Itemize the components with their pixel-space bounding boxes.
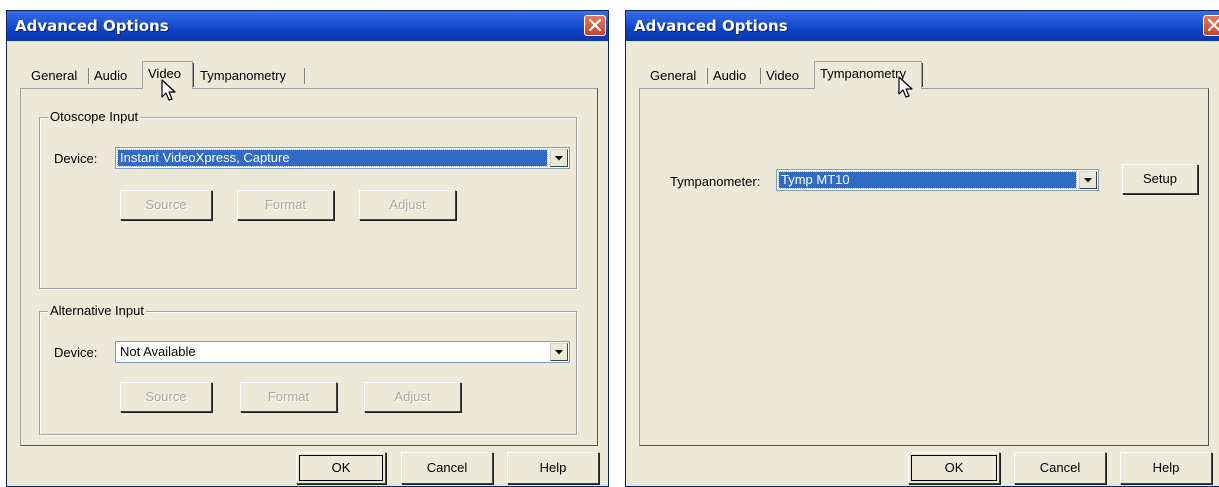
- tab-audio[interactable]: Audio: [89, 65, 141, 87]
- select-value: Tymp MT10: [778, 171, 1077, 189]
- advanced-options-dialog-video: Advanced Options General Audio Video Tym…: [6, 10, 609, 487]
- device-label: Device:: [54, 345, 98, 360]
- select-value: Not Available: [120, 344, 196, 359]
- ok-button[interactable]: OK: [296, 452, 386, 484]
- tympanometer-select[interactable]: Tymp MT10: [776, 169, 1099, 191]
- tab-tympanometry[interactable]: Tympanometry: [195, 65, 305, 87]
- dropdown-button[interactable]: [550, 343, 568, 361]
- title-bar[interactable]: Advanced Options: [7, 11, 608, 41]
- tab-audio[interactable]: Audio: [708, 65, 761, 87]
- tab-label: General: [31, 68, 78, 83]
- close-button[interactable]: [1203, 15, 1219, 36]
- tab-label: Audio: [713, 68, 747, 83]
- tab-panel-tympanometry: Tympanometer: Tymp MT10 Setup: [639, 88, 1209, 446]
- select-value: Instant VideoXpress, Capture: [117, 149, 548, 167]
- tab-label: Tympanometry: [820, 66, 906, 81]
- alternative-device-select[interactable]: Not Available: [115, 341, 570, 363]
- tab-label: Tympanometry: [200, 68, 286, 83]
- dialog-title: Advanced Options: [634, 17, 788, 35]
- tab-panel-video: Otoscope Input Device: Instant VideoXpre…: [20, 88, 598, 446]
- title-bar[interactable]: Advanced Options: [626, 11, 1219, 41]
- cancel-button[interactable]: Cancel: [1014, 452, 1106, 484]
- tab-general[interactable]: General: [26, 65, 89, 87]
- advanced-options-dialog-tympanometry: Advanced Options General Audio Video Tym…: [625, 10, 1219, 487]
- dropdown-arrow-icon: [555, 156, 563, 161]
- dialog-title: Advanced Options: [15, 17, 169, 35]
- device-label: Device:: [54, 151, 98, 166]
- dropdown-button[interactable]: [1079, 171, 1097, 189]
- ok-button[interactable]: OK: [908, 452, 1000, 484]
- close-icon: [1208, 19, 1219, 31]
- setup-button[interactable]: Setup: [1122, 164, 1198, 194]
- source-button[interactable]: Source: [120, 190, 212, 220]
- tab-general[interactable]: General: [645, 65, 708, 87]
- close-button[interactable]: [584, 15, 606, 36]
- group-label: Otoscope Input: [48, 109, 141, 124]
- otoscope-input-group: Otoscope Input Device: Instant VideoXpre…: [39, 109, 577, 289]
- source-button[interactable]: Source: [120, 382, 212, 412]
- tab-label: Audio: [94, 68, 128, 83]
- tab-label: Video: [766, 68, 800, 83]
- format-button[interactable]: Format: [237, 190, 334, 220]
- group-label: Alternative Input: [48, 303, 146, 318]
- format-button[interactable]: Format: [240, 382, 337, 412]
- help-button[interactable]: Help: [1120, 452, 1212, 484]
- mouse-pointer-icon: [161, 79, 176, 101]
- adjust-button[interactable]: Adjust: [359, 190, 456, 220]
- close-icon: [589, 19, 601, 31]
- dropdown-button[interactable]: [550, 149, 568, 167]
- dropdown-arrow-icon: [1084, 178, 1092, 183]
- otoscope-device-select[interactable]: Instant VideoXpress, Capture: [115, 147, 570, 169]
- dropdown-arrow-icon: [555, 350, 563, 355]
- tab-label: General: [650, 68, 697, 83]
- cancel-button[interactable]: Cancel: [401, 452, 493, 484]
- tab-video[interactable]: Video: [761, 65, 813, 87]
- alternative-input-group: Alternative Input Device: Not Available …: [39, 303, 577, 435]
- mouse-pointer-icon: [898, 76, 913, 98]
- tympanometer-label: Tympanometer:: [670, 174, 761, 189]
- help-button[interactable]: Help: [507, 452, 599, 484]
- adjust-button[interactable]: Adjust: [364, 382, 461, 412]
